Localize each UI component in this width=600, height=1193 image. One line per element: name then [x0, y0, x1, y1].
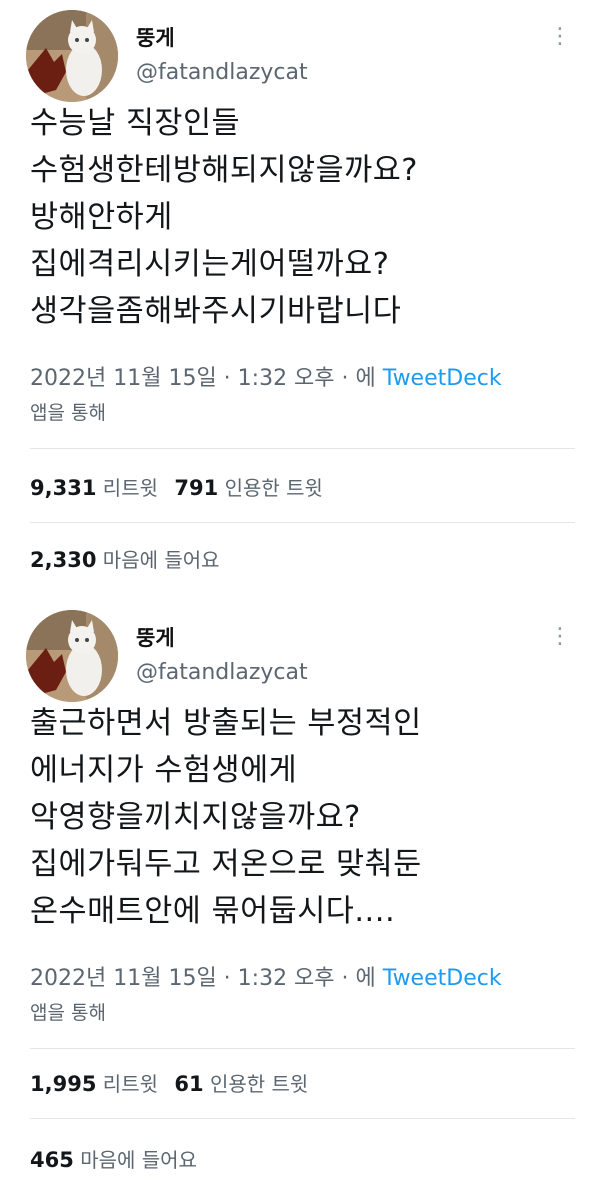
tweet-text-line: 악영향을끼치지않을까요? [30, 800, 361, 835]
tweet-timestamp: 2022년 11월 15일 · 1:32 오후 · 에 TweetDeck [30, 364, 502, 394]
more-vertical-icon[interactable]: ⋮ [548, 622, 572, 652]
user-handle[interactable]: @fatandlazycat [136, 60, 308, 85]
more-vertical-icon[interactable]: ⋮ [548, 22, 572, 52]
display-name[interactable]: 뚱게 [136, 622, 175, 652]
quotes-label: 인용한 트윗 [209, 1072, 309, 1096]
cat-avatar-icon [26, 10, 118, 102]
tweet-text-line: 생각을좀해봐주시기바랍니다 [30, 294, 402, 329]
retweets-label: 리트윗 [102, 1072, 158, 1096]
avatar[interactable] [26, 610, 118, 702]
tweet-text-line: 수험생한테방해되지않을까요? [30, 153, 418, 188]
likes-label: 마음에 들어요 [80, 1148, 197, 1172]
timestamp-text[interactable]: 2022년 11월 15일 · 1:32 오후 · 에 [30, 966, 376, 991]
tweet: 뚱게 @fatandlazycat ⋮ 수능날 직장인들 수험생한테방해되지않을… [0, 0, 600, 600]
tweet-stats: 1,995 리트윗 61 인용한 트윗 [30, 1068, 308, 1097]
tweet-text-line: 출근하면서 방출되는 부정적인 [30, 706, 422, 741]
likes-count: 2,330 [30, 548, 97, 572]
source-link[interactable]: TweetDeck [383, 966, 502, 991]
tweet: 뚱게 @fatandlazycat ⋮ 출근하면서 방출되는 부정적인 에너지가… [0, 600, 600, 1193]
tweet-text-line: 방해안하게 [30, 200, 173, 235]
likes-stat[interactable]: 465 마음에 들어요 [30, 1144, 197, 1173]
cat-avatar-icon [26, 610, 118, 702]
retweets-stat[interactable]: 9,331 리트윗 [30, 476, 158, 500]
tweet-text-line: 온수매트안에 묶어둡시다.... [30, 894, 396, 929]
retweets-count: 1,995 [30, 1072, 97, 1096]
quotes-count: 791 [174, 476, 219, 500]
quotes-stat[interactable]: 791 인용한 트윗 [174, 476, 323, 500]
quotes-label: 인용한 트윗 [224, 476, 323, 500]
tweet-timestamp: 2022년 11월 15일 · 1:32 오후 · 에 TweetDeck [30, 964, 502, 994]
via-text: 앱을 통해 [30, 1002, 106, 1024]
likes-label: 마음에 들어요 [102, 548, 220, 572]
source-link[interactable]: TweetDeck [383, 366, 502, 391]
divider [30, 1048, 575, 1049]
tweet-text-line: 집에가둬두고 저온으로 맞춰둔 [30, 847, 422, 882]
divider [30, 522, 575, 523]
retweets-stat[interactable]: 1,995 리트윗 [30, 1072, 158, 1096]
display-name[interactable]: 뚱게 [136, 22, 175, 52]
tweet-text-line: 수능날 직장인들 [30, 106, 241, 141]
tweet-text: 출근하면서 방출되는 부정적인 에너지가 수험생에게 악영향을끼치지않을까요? … [30, 700, 575, 935]
tweet-text-line: 에너지가 수험생에게 [30, 753, 298, 788]
quotes-stat[interactable]: 61 인용한 트윗 [174, 1072, 308, 1096]
divider [30, 1118, 575, 1119]
retweets-count: 9,331 [30, 476, 97, 500]
tweet-stats: 9,331 리트윗 791 인용한 트윗 [30, 472, 323, 501]
timestamp-text[interactable]: 2022년 11월 15일 · 1:32 오후 · 에 [30, 366, 376, 391]
quotes-count: 61 [174, 1072, 204, 1096]
avatar[interactable] [26, 10, 118, 102]
tweet-text: 수능날 직장인들 수험생한테방해되지않을까요? 방해안하게 집에격리시키는게어떨… [30, 100, 575, 335]
likes-count: 465 [30, 1148, 74, 1172]
retweets-label: 리트윗 [102, 476, 158, 500]
user-handle[interactable]: @fatandlazycat [136, 660, 308, 685]
divider [30, 448, 575, 449]
tweet-text-line: 집에격리시키는게어떨까요? [30, 247, 390, 282]
likes-stat[interactable]: 2,330 마음에 들어요 [30, 544, 220, 573]
via-text: 앱을 통해 [30, 402, 106, 424]
